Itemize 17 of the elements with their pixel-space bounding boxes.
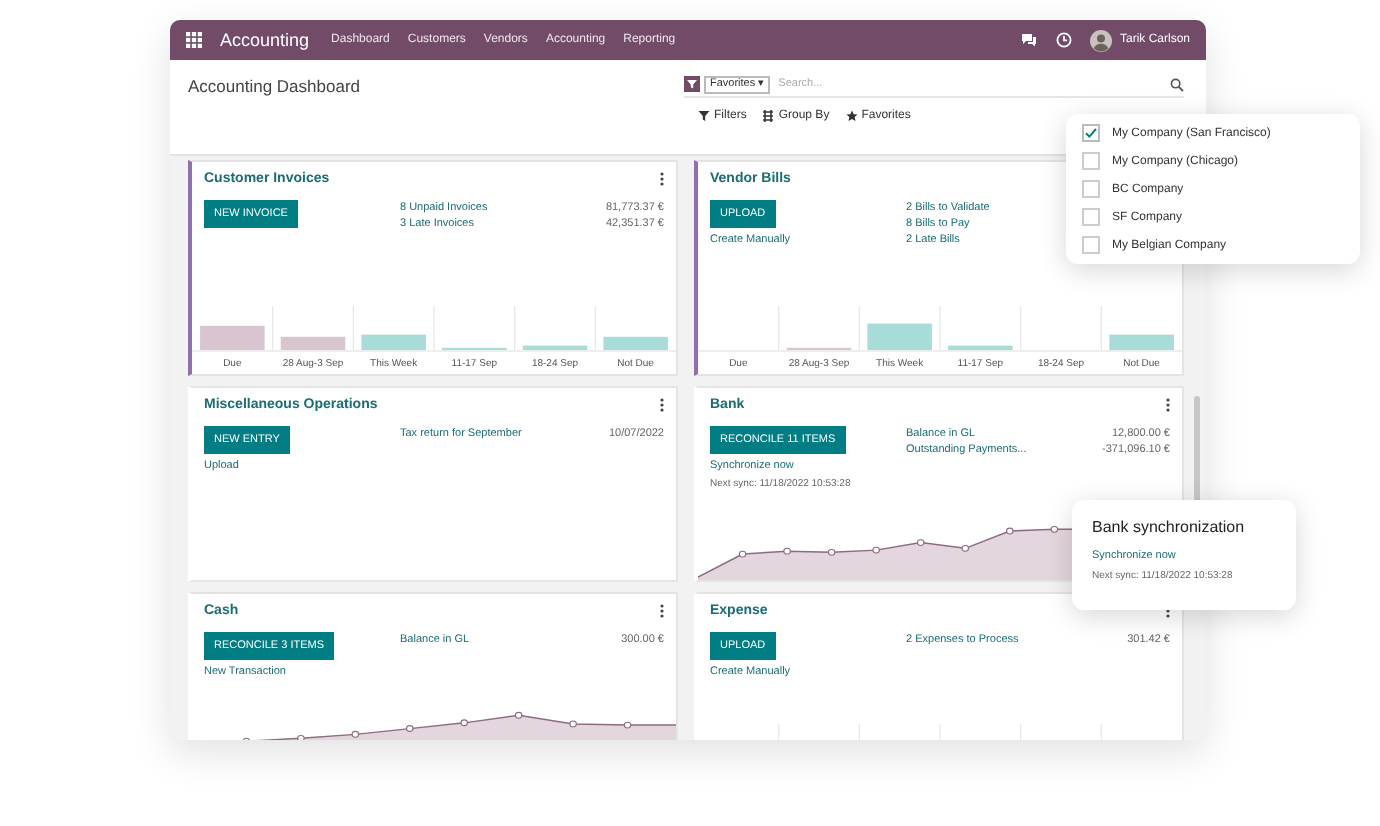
checkbox[interactable] (1082, 124, 1100, 142)
filter-icon (684, 76, 700, 92)
app-name[interactable]: Accounting (220, 30, 310, 50)
filter-icon (698, 110, 710, 122)
search-icon[interactable] (1170, 77, 1184, 91)
grid-icon (762, 110, 775, 122)
avatar-icon[interactable] (1089, 29, 1112, 51)
popup-title: Bank synchronization (1092, 518, 1245, 536)
clock-icon[interactable] (1055, 32, 1072, 48)
checkbox[interactable] (1082, 152, 1100, 170)
chat-icon[interactable] (1019, 32, 1038, 48)
checkbox[interactable] (1082, 236, 1100, 254)
checkbox[interactable] (1082, 208, 1100, 226)
star-icon (845, 110, 858, 122)
checkbox[interactable] (1082, 180, 1100, 198)
page-title: Accounting Dashboard (188, 75, 363, 95)
app-grid-icon[interactable] (186, 32, 202, 48)
